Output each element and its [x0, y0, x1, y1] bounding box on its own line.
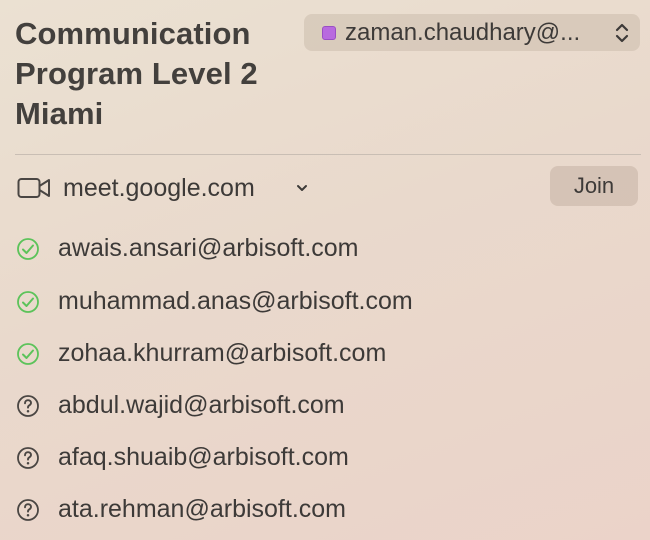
event-title-line: Communication	[15, 16, 251, 51]
attendee-row[interactable]: zohaa.khurram@arbisoft.com	[15, 337, 635, 371]
check-circle-icon	[17, 238, 39, 260]
join-button[interactable]: Join	[550, 166, 638, 206]
attendee-email: abdul.wajid@arbisoft.com	[58, 391, 345, 419]
event-title-line: Program Level 2	[15, 56, 258, 91]
question-circle-icon	[17, 499, 39, 521]
check-circle-icon	[17, 343, 39, 365]
location-row[interactable]: meet.google.com	[15, 172, 640, 206]
question-circle-icon	[17, 447, 39, 469]
attendee-row[interactable]: afaq.shuaib@arbisoft.com	[15, 441, 635, 475]
chevron-down-icon[interactable]	[295, 181, 309, 195]
attendee-row[interactable]: awais.ansari@arbisoft.com	[15, 232, 635, 266]
calendar-color-swatch	[322, 25, 336, 40]
check-circle-icon	[17, 291, 39, 313]
divider	[15, 154, 641, 155]
attendee-email: afaq.shuaib@arbisoft.com	[58, 443, 349, 471]
calendar-select[interactable]: zaman.chaudhary@...	[304, 14, 640, 51]
attendee-row[interactable]: ata.rehman@arbisoft.com	[15, 493, 635, 527]
up-down-chevron-icon	[615, 23, 629, 43]
video-camera-icon	[17, 178, 50, 198]
attendee-email: muhammad.anas@arbisoft.com	[58, 287, 413, 315]
calendar-account: zaman.chaudhary@...	[345, 18, 581, 46]
attendee-email: ata.rehman@arbisoft.com	[58, 495, 347, 523]
event-title[interactable]: Communication Program Level 2 Miami	[15, 14, 295, 134]
attendee-row[interactable]: muhammad.anas@arbisoft.com	[15, 285, 635, 319]
attendee-email: awais.ansari@arbisoft.com	[58, 234, 359, 262]
event-title-line: Miami	[15, 96, 104, 131]
location-text[interactable]: meet.google.com	[63, 174, 255, 203]
attendee-email: zohaa.khurram@arbisoft.com	[58, 339, 387, 367]
attendee-row[interactable]: abdul.wajid@arbisoft.com	[15, 389, 635, 423]
question-circle-icon	[17, 395, 39, 417]
